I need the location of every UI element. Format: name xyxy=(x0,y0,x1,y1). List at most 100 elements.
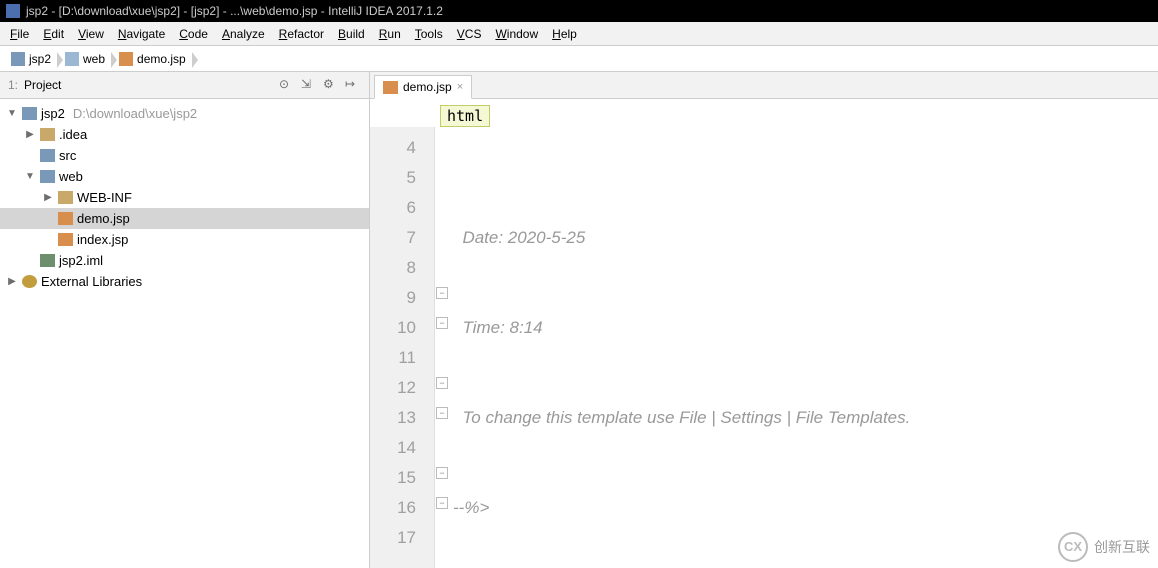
menu-item[interactable]: Analyze xyxy=(216,25,271,43)
tree-row[interactable]: demo.jsp xyxy=(0,208,369,229)
node-label: jsp2 xyxy=(41,106,65,121)
project-toolwindow: 1: Project ⊙ ⇲ ⚙ ↦ ▼jsp2D:\download\xue\… xyxy=(0,72,370,568)
toolwindow-header[interactable]: 1: Project ⊙ ⇲ ⚙ ↦ xyxy=(0,72,369,99)
node-icon xyxy=(58,212,73,225)
menu-item[interactable]: VCS xyxy=(451,25,488,43)
tree-row[interactable]: ▼web xyxy=(0,166,369,187)
toolwindow-title: Project xyxy=(24,78,61,92)
tree-row[interactable]: ▶ WEB-INF xyxy=(0,187,369,208)
menu-item[interactable]: Refactor xyxy=(273,25,330,43)
context-crumb-row: html xyxy=(370,99,1158,127)
tree-row[interactable]: jsp2.iml xyxy=(0,250,369,271)
node-icon xyxy=(40,149,55,162)
close-icon[interactable]: × xyxy=(457,81,463,93)
code-content[interactable]: Date: 2020-5-25 Time: 8:14 To change thi… xyxy=(451,127,1158,568)
line-number: 15 xyxy=(370,463,416,493)
line-number: 10 xyxy=(370,313,416,343)
node-icon xyxy=(40,254,55,267)
editor-tab[interactable]: demo.jsp × xyxy=(374,75,472,99)
window-title: jsp2 - [D:\download\xue\jsp2] - [jsp2] -… xyxy=(26,4,443,18)
tree-row[interactable]: ▼jsp2D:\download\xue\jsp2 xyxy=(0,103,369,124)
expand-arrow-icon[interactable]: ▶ xyxy=(24,129,36,140)
fold-marker[interactable]: − xyxy=(436,287,448,299)
menu-item[interactable]: Run xyxy=(373,25,407,43)
line-number: 4 xyxy=(370,133,416,163)
menu-item[interactable]: Window xyxy=(489,25,544,43)
app-icon xyxy=(6,4,20,18)
toolwindow-index: 1: xyxy=(8,78,18,92)
expand-arrow-icon[interactable] xyxy=(42,234,54,245)
node-label: src xyxy=(59,148,76,163)
menu-item[interactable]: Tools xyxy=(409,25,449,43)
menu-item[interactable]: Help xyxy=(546,25,583,43)
expand-arrow-icon[interactable]: ▶ xyxy=(6,276,18,287)
line-number: 8 xyxy=(370,253,416,283)
hide-icon[interactable]: ↦ xyxy=(345,77,361,93)
expand-arrow-icon[interactable] xyxy=(42,213,54,224)
menu-item[interactable]: Navigate xyxy=(112,25,171,43)
menu-item[interactable]: Code xyxy=(173,25,214,43)
folder-icon xyxy=(11,52,25,66)
context-crumb[interactable]: html xyxy=(440,105,490,127)
menu-item[interactable]: Edit xyxy=(37,25,70,43)
expand-arrow-icon[interactable] xyxy=(24,255,36,266)
line-number: 7 xyxy=(370,223,416,253)
expand-arrow-icon[interactable]: ▼ xyxy=(6,108,18,119)
node-label: .idea xyxy=(59,127,87,142)
breadcrumb-item[interactable]: demo.jsp xyxy=(114,49,193,69)
watermark-text: 创新互联 xyxy=(1094,532,1150,562)
line-number: 9 xyxy=(370,283,416,313)
breadcrumb-bar: jsp2webdemo.jsp xyxy=(0,46,1158,72)
fold-column: − − − − − − xyxy=(435,127,451,568)
watermark-logo-icon: CX xyxy=(1058,532,1088,562)
line-number: 5 xyxy=(370,163,416,193)
fold-marker[interactable]: − xyxy=(436,407,448,419)
fold-marker[interactable]: − xyxy=(436,467,448,479)
breadcrumb-item[interactable]: jsp2 xyxy=(6,49,58,69)
tree-row[interactable]: ▶ .idea xyxy=(0,124,369,145)
breadcrumb-item[interactable]: web xyxy=(60,49,112,69)
node-icon xyxy=(22,275,37,288)
node-label: index.jsp xyxy=(77,232,128,247)
node-label: WEB-INF xyxy=(77,190,132,205)
line-number: 11 xyxy=(370,343,416,373)
node-label: External Libraries xyxy=(41,274,142,289)
code-text: --%> xyxy=(453,498,489,517)
watermark: CX 创新互联 xyxy=(1058,532,1150,562)
node-label: jsp2.iml xyxy=(59,253,103,268)
fold-marker[interactable]: − xyxy=(436,497,448,509)
collapse-icon[interactable]: ⇲ xyxy=(301,77,317,93)
node-icon xyxy=(40,170,55,183)
fold-marker[interactable]: − xyxy=(436,317,448,329)
project-tree[interactable]: ▼jsp2D:\download\xue\jsp2▶.idea src▼web▶… xyxy=(0,99,369,296)
folder-icon xyxy=(65,52,79,66)
line-number: 6 xyxy=(370,193,416,223)
expand-arrow-icon[interactable] xyxy=(24,150,36,161)
code-area[interactable]: 4567891011121314151617 − − − − − − Date:… xyxy=(370,127,1158,568)
folder-icon xyxy=(119,52,133,66)
editor-area: demo.jsp × html 4567891011121314151617 −… xyxy=(370,72,1158,568)
gutter: 4567891011121314151617 xyxy=(370,127,435,568)
node-icon xyxy=(58,233,73,246)
menubar: FileEditViewNavigateCodeAnalyzeRefactorB… xyxy=(0,22,1158,46)
node-icon xyxy=(22,107,37,120)
code-text: Date: 2020-5-25 xyxy=(453,228,585,247)
expand-arrow-icon[interactable]: ▼ xyxy=(24,171,36,182)
code-text: Time: 8:14 xyxy=(453,318,543,337)
titlebar: jsp2 - [D:\download\xue\jsp2] - [jsp2] -… xyxy=(0,0,1158,22)
fold-marker[interactable]: − xyxy=(436,377,448,389)
menu-item[interactable]: File xyxy=(4,25,35,43)
menu-item[interactable]: View xyxy=(72,25,110,43)
tab-label: demo.jsp xyxy=(403,80,452,94)
menu-item[interactable]: Build xyxy=(332,25,371,43)
tree-row[interactable]: ▶ External Libraries xyxy=(0,271,369,292)
node-label: demo.jsp xyxy=(77,211,130,226)
scope-icon[interactable]: ⊙ xyxy=(279,77,295,93)
line-number: 13 xyxy=(370,403,416,433)
tree-row[interactable]: src xyxy=(0,145,369,166)
jsp-icon xyxy=(383,81,398,94)
gear-icon[interactable]: ⚙ xyxy=(323,77,339,93)
expand-arrow-icon[interactable]: ▶ xyxy=(42,192,54,203)
tree-row[interactable]: index.jsp xyxy=(0,229,369,250)
line-number: 16 xyxy=(370,493,416,523)
